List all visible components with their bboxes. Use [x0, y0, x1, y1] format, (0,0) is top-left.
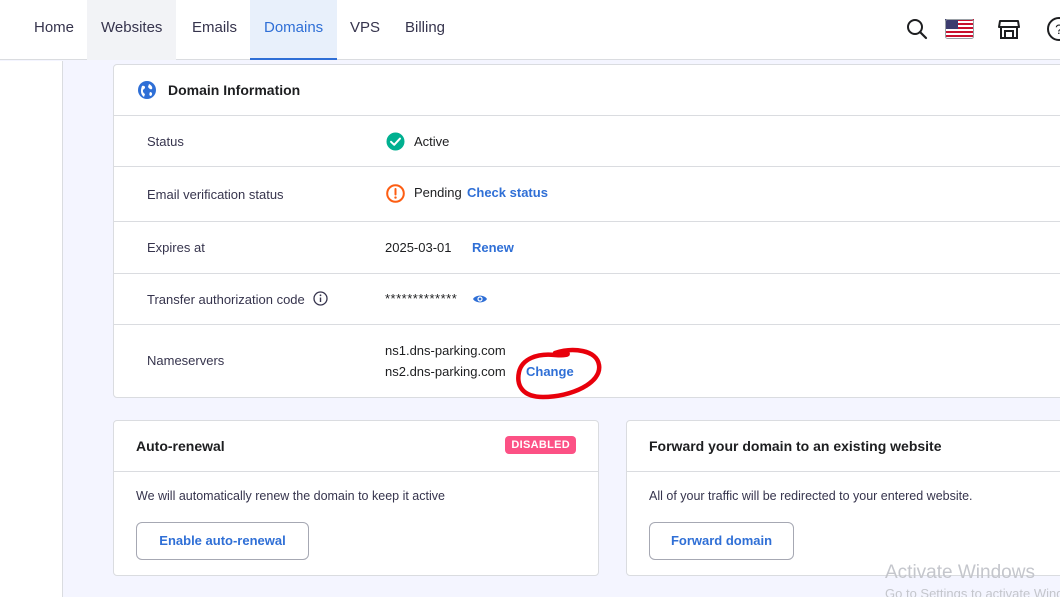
domain-information-card: Domain Information Status Active Email v… [113, 64, 1060, 400]
status-badge: DISABLED [505, 436, 576, 454]
check-status-link[interactable]: Check status [467, 185, 548, 200]
expires-label: Expires at [147, 240, 205, 255]
check-circle-icon [386, 132, 405, 151]
forward-domain-button[interactable]: Forward domain [649, 522, 794, 560]
warning-circle-icon [386, 184, 405, 203]
nav-domains[interactable]: Domains [250, 0, 338, 60]
nameserver-1: ns1.dns-parking.com [385, 343, 506, 358]
auto-renewal-header: Auto-renewal DISABLED [114, 421, 598, 472]
eye-icon[interactable] [472, 292, 488, 306]
card-title: Domain Information [168, 82, 301, 98]
forward-domain-header: Forward your domain to an existing websi… [627, 421, 1060, 472]
nav-websites[interactable]: Websites [87, 0, 177, 60]
annotation-circle [516, 347, 602, 400]
left-rail [0, 61, 63, 597]
status-value: Active [414, 134, 450, 149]
help-icon[interactable]: ? [1046, 16, 1060, 42]
email-verification-value: Pending [414, 185, 462, 200]
auth-code-label: Transfer authorization code [147, 292, 305, 307]
activate-windows-watermark: Activate Windows [885, 562, 1035, 583]
email-verification-label: Email verification status [147, 187, 284, 202]
activate-windows-hint: Go to Settings to activate Windows. [885, 586, 1060, 597]
auth-code-row: Transfer authorization code ************… [114, 274, 1060, 325]
status-row: Status Active [114, 116, 1060, 167]
nav-vps[interactable]: VPS [336, 0, 394, 60]
nameservers-row: Nameservers ns1.dns-parking.com ns2.dns-… [114, 325, 1060, 400]
forward-domain-card: Forward your domain to an existing websi… [626, 420, 1060, 576]
forward-domain-title: Forward your domain to an existing websi… [649, 438, 942, 454]
svg-text:?: ? [1055, 21, 1060, 37]
nameserver-2: ns2.dns-parking.com [385, 364, 506, 379]
auto-renewal-description: We will automatically renew the domain t… [136, 489, 445, 503]
us-flag-icon[interactable] [945, 19, 974, 39]
card-header: Domain Information [114, 65, 1060, 116]
info-icon[interactable] [313, 291, 328, 306]
store-icon[interactable] [997, 17, 1021, 41]
renew-link[interactable]: Renew [472, 240, 514, 255]
auto-renewal-card: Auto-renewal DISABLED We will automatica… [113, 420, 599, 576]
auth-code-value: ************* [385, 291, 458, 306]
auto-renewal-title: Auto-renewal [136, 438, 225, 454]
email-verification-row: Email verification status Pending Check … [114, 167, 1060, 222]
nav-home[interactable]: Home [20, 0, 88, 60]
nav-emails[interactable]: Emails [178, 0, 251, 60]
globe-icon [138, 81, 156, 99]
expires-value: 2025-03-01 [385, 240, 452, 255]
top-navigation: Home Websites Emails Domains VPS Billing… [0, 0, 1060, 60]
expires-row: Expires at 2025-03-01 Renew [114, 222, 1060, 274]
forward-domain-description: All of your traffic will be redirected t… [649, 489, 973, 503]
enable-auto-renewal-button[interactable]: Enable auto-renewal [136, 522, 309, 560]
status-label: Status [147, 134, 184, 149]
nameservers-label: Nameservers [147, 353, 225, 368]
search-icon[interactable] [905, 17, 929, 41]
nav-billing[interactable]: Billing [391, 0, 459, 60]
